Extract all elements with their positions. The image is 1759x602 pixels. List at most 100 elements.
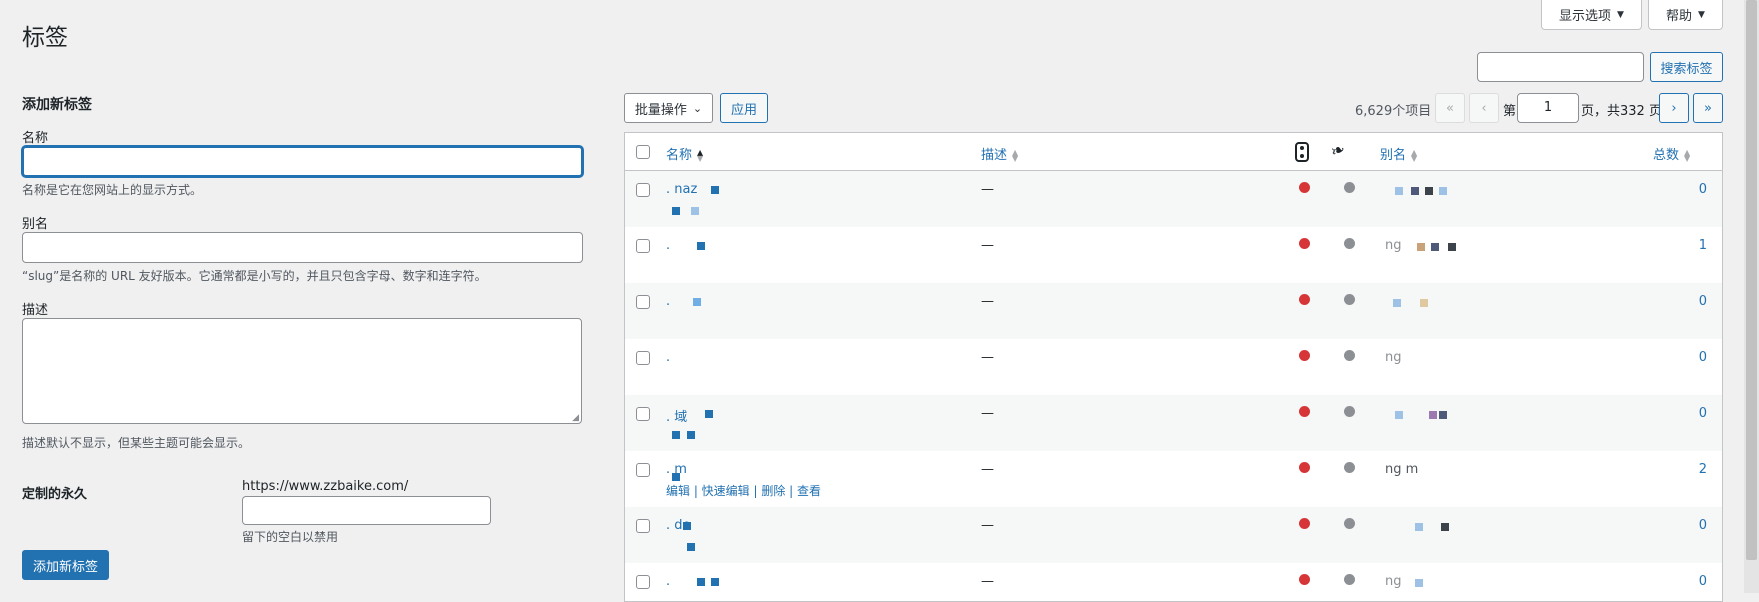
blurred-pixel — [1429, 411, 1437, 419]
tag-name-link[interactable]: . — [666, 350, 670, 365]
blurred-pixel — [693, 298, 701, 306]
caret-down-icon: ▼ — [1617, 9, 1624, 20]
tag-count-link[interactable]: 1 — [1677, 238, 1707, 253]
status-dot — [1299, 518, 1310, 529]
help-button[interactable]: 帮助 ▼ — [1648, 0, 1723, 30]
column-count-header[interactable]: 总数 ▲ ▼ — [1653, 144, 1690, 163]
search-input[interactable] — [1477, 52, 1644, 82]
blurred-pixel — [1393, 299, 1401, 307]
blurred-pixel — [1417, 243, 1425, 251]
scrollbar-thumb[interactable] — [1746, 0, 1757, 560]
blurred-pixel — [1439, 187, 1447, 195]
help-label: 帮助 — [1666, 9, 1693, 24]
sort-arrows-icon: ▲ ▼ — [1684, 147, 1691, 163]
blurred-pixel — [711, 578, 719, 586]
tag-count-link[interactable]: 0 — [1677, 406, 1707, 421]
search-tags-button[interactable]: 搜索标签 — [1650, 52, 1723, 82]
description-textarea[interactable]: ◢ — [22, 318, 582, 424]
status-dot — [1299, 462, 1310, 473]
status-dot — [1299, 238, 1310, 249]
sort-arrows-icon: ▲ ▼ — [697, 147, 704, 163]
prev-page-button[interactable]: ‹ — [1469, 93, 1499, 123]
blurred-pixel — [1415, 523, 1423, 531]
table-header: 名称 ▲ ▼ 描述 ▲ ▼ ❧ 别名 ▲ ▼ 总数 ▲ ▼ — [625, 133, 1722, 171]
table-row: . 域 — 0 — [625, 395, 1722, 451]
row-checkbox[interactable] — [636, 183, 650, 197]
tag-name-link[interactable]: . naz — [666, 182, 697, 197]
blurred-pixel — [1425, 187, 1433, 195]
blurred-pixel — [711, 186, 719, 194]
current-page-value: 1 — [1543, 100, 1553, 115]
item-count: 6,629个项目 — [1355, 104, 1432, 119]
next-page-button[interactable]: › — [1659, 93, 1689, 123]
tag-name-link[interactable]: . — [666, 238, 670, 253]
blurred-pixel — [1415, 579, 1423, 587]
row-checkbox[interactable] — [636, 351, 650, 365]
table-row: . de — 0 — [625, 507, 1722, 563]
screen-options-button[interactable]: 显示选项 ▼ — [1541, 0, 1642, 30]
seo-dot — [1344, 238, 1355, 249]
chevron-down-icon: ⌄ — [692, 101, 703, 115]
tag-count-link[interactable]: 0 — [1677, 574, 1707, 589]
row-checkbox[interactable] — [636, 239, 650, 253]
row-checkbox[interactable] — [636, 463, 650, 477]
apply-button[interactable]: 应用 — [720, 93, 768, 123]
blurred-pixel — [672, 207, 680, 215]
current-page-input[interactable]: 1 — [1517, 93, 1579, 123]
blurred-pixel — [687, 431, 695, 439]
permalink-field[interactable] — [242, 496, 491, 525]
seo-dot — [1344, 294, 1355, 305]
table-row: . naz — 0 — [625, 171, 1722, 227]
sort-arrows-icon: ▲ ▼ — [1411, 147, 1418, 163]
seo-dot — [1344, 574, 1355, 585]
page-scrollbar[interactable] — [1744, 0, 1759, 593]
tag-description: — — [981, 238, 994, 253]
tag-count-link[interactable]: 0 — [1677, 294, 1707, 309]
slug-label: 别名 — [22, 217, 49, 232]
row-checkbox[interactable] — [636, 295, 650, 309]
row-checkbox[interactable] — [636, 519, 650, 533]
screen-options-label: 显示选项 — [1559, 9, 1612, 24]
row-checkbox[interactable] — [636, 407, 650, 421]
tag-count-link[interactable]: 0 — [1677, 350, 1707, 365]
blurred-pixel — [1395, 411, 1403, 419]
table-row: . — 0 — [625, 283, 1722, 339]
tag-count-link[interactable]: 2 — [1677, 462, 1707, 477]
tag-name-link[interactable]: . — [666, 294, 670, 309]
tag-slug: ng — [1385, 350, 1402, 365]
first-page-button[interactable]: « — [1435, 93, 1465, 123]
column-slug-header[interactable]: 别名 ▲ ▼ — [1380, 144, 1417, 163]
row-checkbox[interactable] — [636, 575, 650, 589]
tag-name-link[interactable]: . — [666, 574, 670, 589]
sort-arrows-icon: ▲ ▼ — [1012, 147, 1019, 163]
row-actions[interactable]: 编辑 | 快速编辑 | 删除 | 查看 — [666, 482, 821, 499]
tag-slug: ng — [1385, 238, 1402, 253]
table-row: . — ng 0 — [625, 563, 1722, 601]
name-hint: 名称是它在您网站上的显示方式。 — [22, 183, 203, 197]
status-dot — [1299, 294, 1310, 305]
column-name-header[interactable]: 名称 ▲ ▼ — [666, 144, 703, 163]
tag-count-link[interactable]: 0 — [1677, 518, 1707, 533]
tag-description: — — [981, 294, 994, 309]
tag-count-link[interactable]: 0 — [1677, 182, 1707, 197]
permalink-prefix: https://www.zzbaike.com/ — [242, 479, 409, 494]
last-page-button[interactable]: » — [1693, 93, 1723, 123]
column-description-header[interactable]: 描述 ▲ ▼ — [981, 144, 1018, 163]
blurred-pixel — [687, 543, 695, 551]
slug-field[interactable] — [22, 232, 583, 263]
name-field[interactable] — [22, 146, 583, 177]
page-prefix: 第 — [1503, 104, 1517, 119]
status-dot — [1299, 406, 1310, 417]
blurred-pixel — [1448, 243, 1456, 251]
tag-description: — — [981, 462, 994, 477]
select-all-checkbox[interactable] — [636, 145, 650, 159]
add-tag-submit-button[interactable]: 添加新标签 — [22, 550, 109, 580]
add-tag-heading: 添加新标签 — [22, 97, 92, 113]
tags-table: 名称▲▼ 描述▲▼ ❧ 别名▲▼ 总数▲▼ . naz — 0 — [624, 132, 1723, 602]
description-hint: 描述默认不显示，但某些主题可能会显示。 — [22, 436, 251, 450]
page-suffix: 页，共332 页 — [1581, 104, 1662, 119]
resize-handle-icon[interactable]: ◢ — [572, 413, 579, 423]
bulk-actions-select[interactable]: 批量操作 ⌄ — [624, 93, 713, 123]
blurred-pixel — [672, 473, 680, 481]
tag-name-link[interactable]: . 域 — [666, 406, 687, 425]
